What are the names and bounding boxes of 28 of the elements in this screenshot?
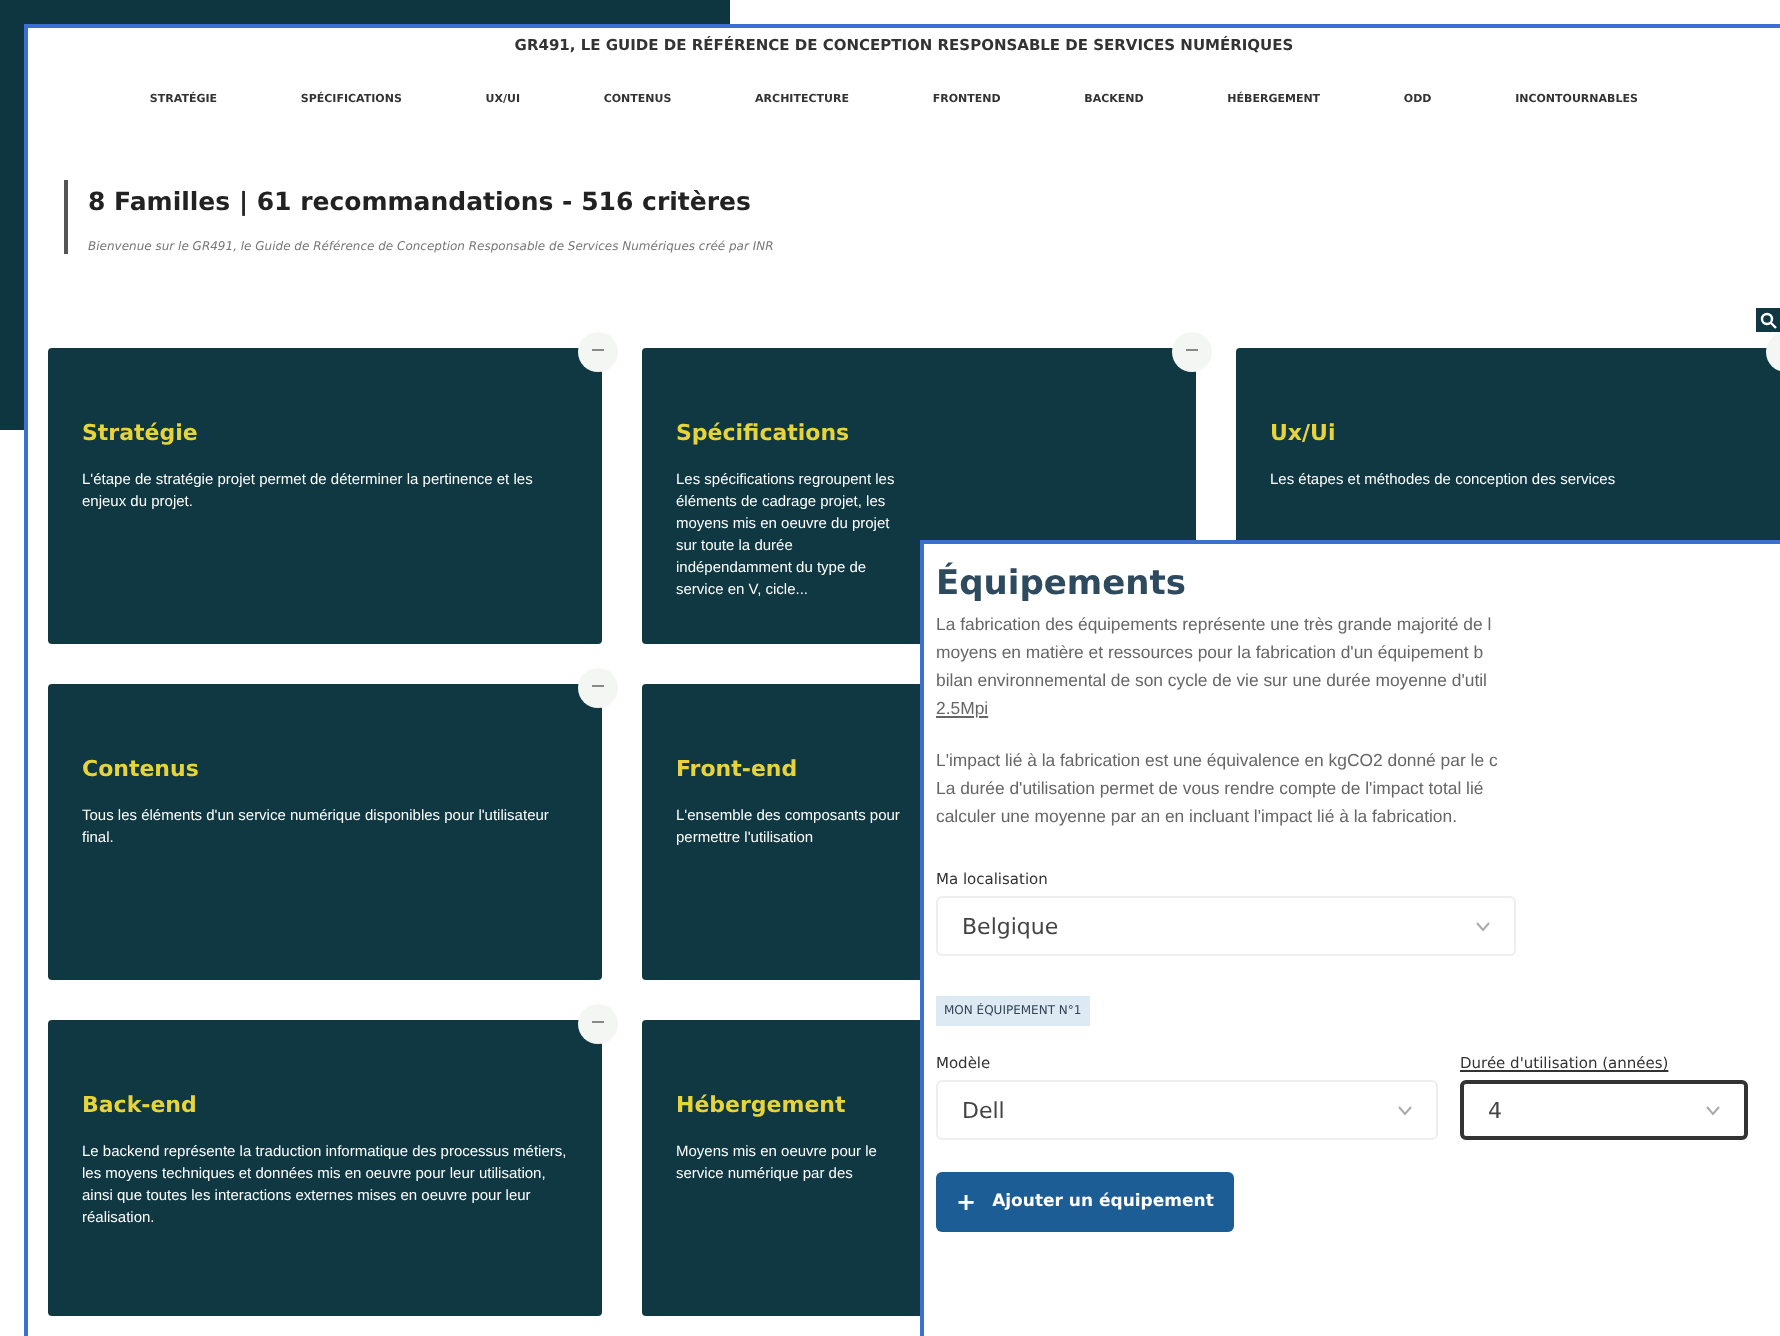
minus-icon[interactable] [578, 1004, 618, 1044]
chevron-down-icon [1398, 1105, 1412, 1115]
minus-icon[interactable] [1172, 332, 1212, 372]
minus-icon[interactable] [578, 668, 618, 708]
chevron-down-icon [1706, 1105, 1720, 1115]
search-icon[interactable] [1756, 308, 1780, 332]
paragraph-line: moyens en matière et ressources pour la fabrication d'un équipement b [936, 640, 1484, 666]
minus-icon[interactable] [578, 332, 618, 372]
paragraph-line: La durée d'utilisation permet de vous rendre compte de l'impact total lié [936, 776, 1484, 802]
page-heading: 8 Familles | 61 recommandations - 516 critères [88, 186, 751, 216]
card-title[interactable]: Contenus [82, 756, 199, 782]
card-title[interactable]: Hébergement [676, 1092, 846, 1118]
source-link[interactable]: 2.5Mpi [936, 694, 989, 722]
card-title[interactable]: Front-end [676, 756, 798, 782]
select-field[interactable]: 4 [1460, 1080, 1748, 1140]
chevron-down-icon [1476, 921, 1490, 931]
paragraph-line: La fabrication des équipements représente une très grande majorité de l [936, 612, 1492, 638]
select-field[interactable]: Dell [936, 1080, 1438, 1140]
paragraph-line: calculer une moyenne par an en incluant l'impact lié à la fabrication. [936, 804, 1458, 830]
card-title[interactable]: Stratégie [82, 420, 198, 446]
card-title[interactable]: Spécifications [676, 420, 850, 446]
add-equipment-button[interactable]: + Ajouter un équipement [936, 1172, 1234, 1232]
paragraph-line: bilan environnemental de son cycle de vie sur une durée moyenne d'util [936, 668, 1487, 694]
card-title[interactable]: Ux/Ui [1270, 420, 1336, 446]
card-title[interactable]: Back-end [82, 1092, 197, 1118]
paragraph-line: L'impact lié à la fabrication est une équivalence en kgCO2 donné par le c [936, 748, 1498, 774]
section-title: Équipements [936, 564, 1187, 604]
select-field[interactable]: Belgique [936, 896, 1516, 956]
